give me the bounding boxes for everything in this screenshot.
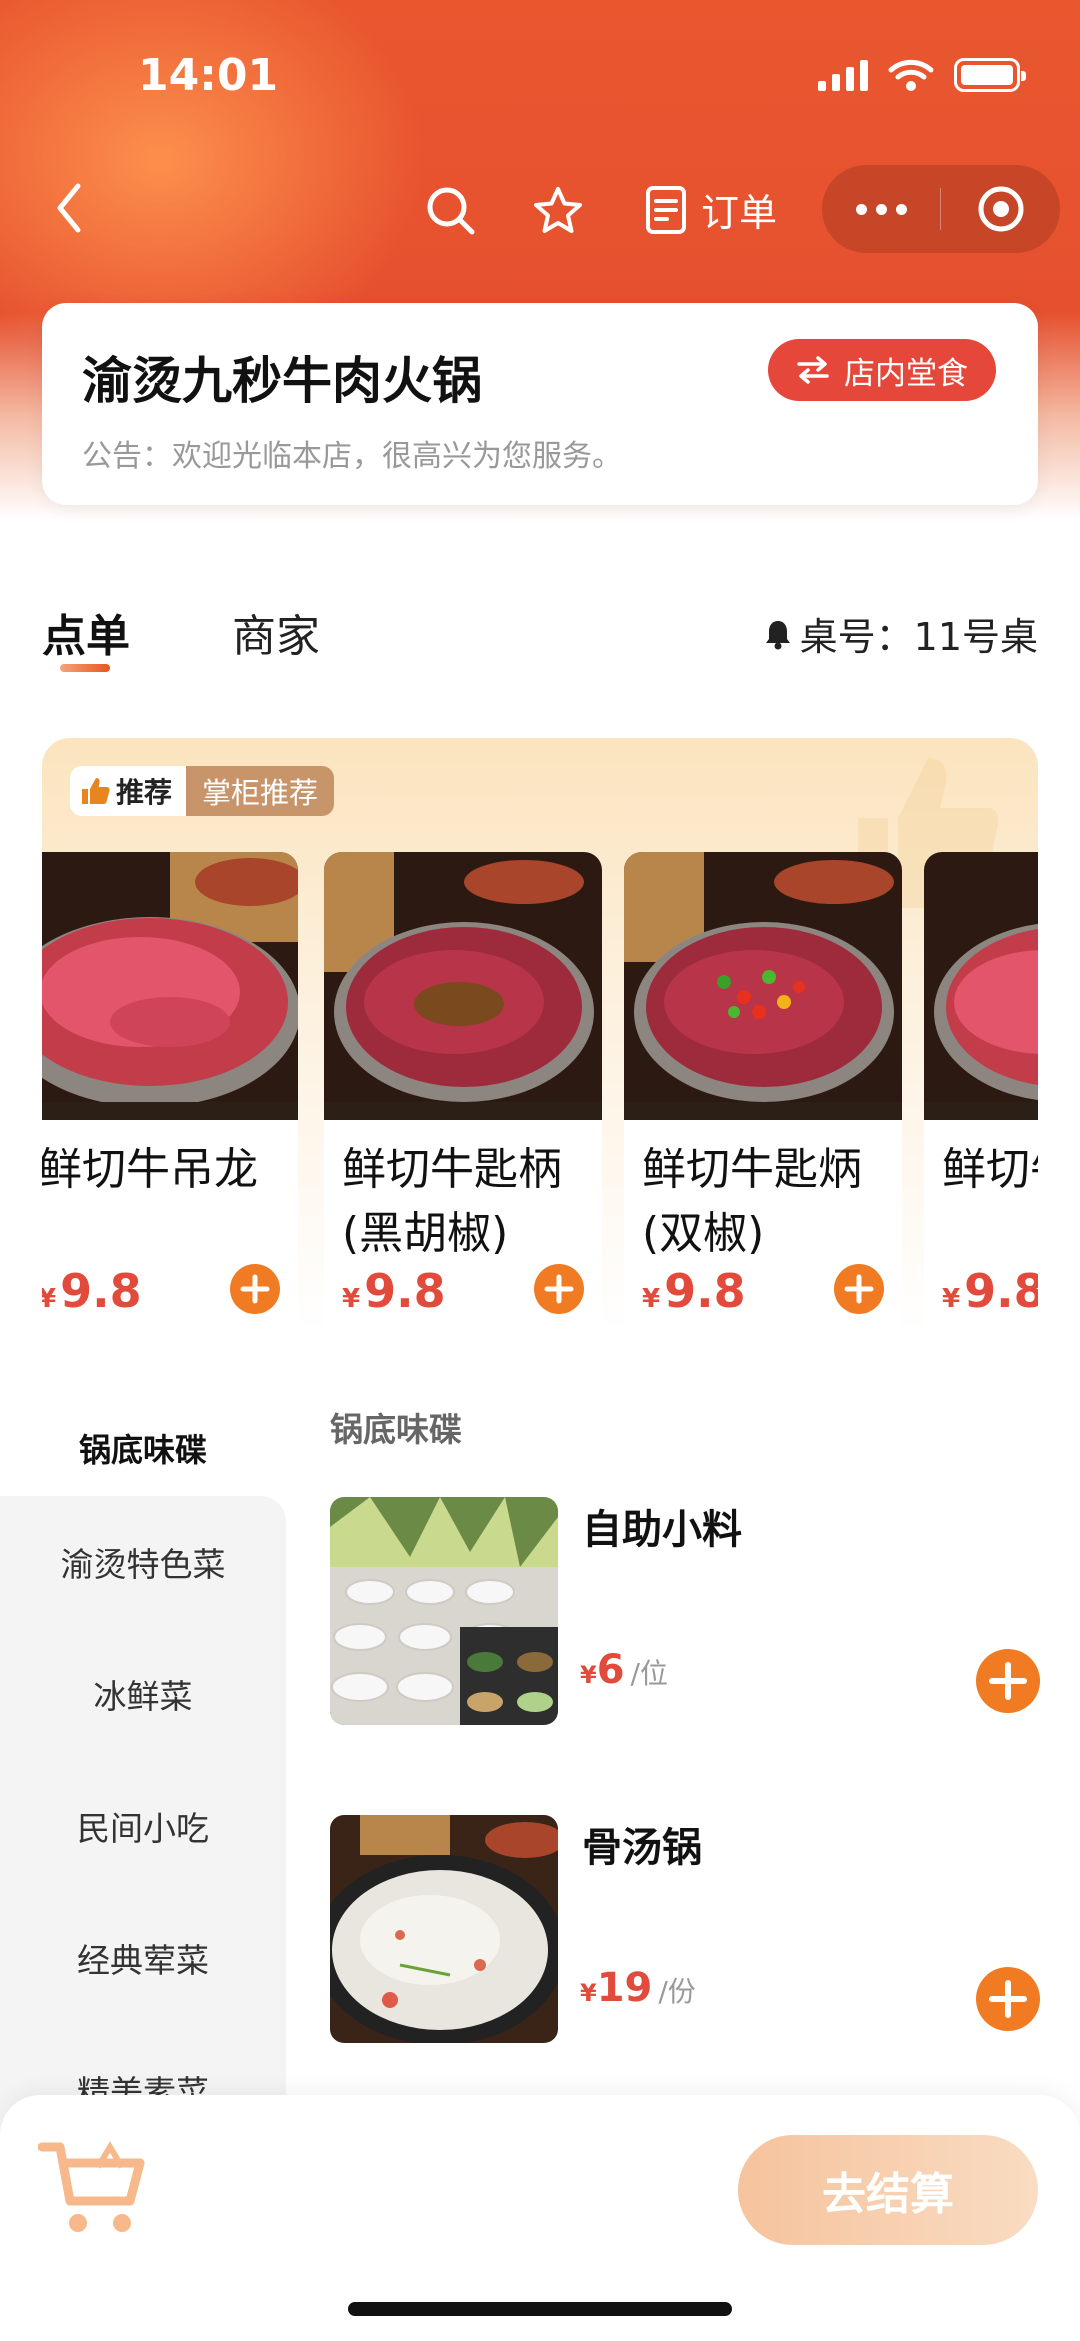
menu-item[interactable]: 自助小料 ¥6/位: [330, 1497, 1040, 1725]
cart-icon[interactable]: [38, 2137, 148, 2237]
dish-price: ¥9.8: [42, 1264, 142, 1318]
dish-name: 鲜切牛匙柄(黑胡椒): [342, 1144, 562, 1259]
recommend-card[interactable]: 鲜切牛吊龙 ¥9.8: [42, 852, 298, 1335]
dish-name: 鲜切牛: [942, 1144, 1038, 1195]
checkout-button[interactable]: 去结算: [738, 2135, 1038, 2245]
dish-price: ¥6/位: [580, 1647, 668, 1693]
bell-icon: [765, 620, 790, 649]
sidebar-item-active[interactable]: 锅底味碟: [0, 1400, 286, 1496]
dish-image: [330, 1815, 558, 2043]
dish-name: 鲜切牛匙炳(双椒): [642, 1144, 862, 1259]
close-miniprogram-icon[interactable]: [941, 184, 1060, 234]
dine-mode-label: 店内堂食: [844, 355, 968, 392]
table-number: 桌号：11号桌: [764, 606, 1038, 661]
battery-icon: [954, 58, 1026, 92]
signal-icon: [818, 59, 868, 91]
order-list-icon: [646, 185, 686, 234]
tab-order[interactable]: 点单: [42, 600, 130, 664]
search-icon[interactable]: [425, 185, 477, 237]
recommend-badge: 推荐 掌柜推荐: [70, 766, 335, 816]
category-title: 锅底味碟: [330, 1410, 462, 1449]
home-indicator: [348, 2302, 732, 2316]
dish-name: 骨汤锅: [582, 1825, 702, 1871]
dish-image: [330, 1497, 558, 1725]
dish-price: ¥9.8: [342, 1264, 446, 1318]
recommend-carousel[interactable]: 鲜切牛吊龙 ¥9.8 鲜切牛匙柄(黑胡椒) ¥9.8 鲜切牛匙炳(双椒) ¥9.…: [42, 852, 1038, 1335]
dish-price: ¥19/份: [580, 1965, 696, 2011]
add-icon[interactable]: [976, 1967, 1040, 2031]
swap-icon: [797, 356, 829, 384]
recommend-subtitle: 掌柜推荐: [186, 766, 335, 816]
add-icon[interactable]: [834, 1264, 884, 1314]
tab-merchant[interactable]: 商家: [232, 600, 320, 664]
add-icon[interactable]: [230, 1264, 280, 1314]
store-card: 渝烫九秒牛肉火锅 公告：欢迎光临本店，很高兴为您服务。 店内堂食: [42, 303, 1038, 505]
recommend-badge-label: 推荐: [116, 776, 173, 809]
store-name: 渝烫九秒牛肉火锅: [82, 352, 482, 410]
tab-active-indicator: [60, 664, 110, 672]
orders-button[interactable]: 订单: [645, 182, 777, 237]
sidebar-item[interactable]: 渝烫特色菜: [0, 1496, 286, 1628]
dish-image: [924, 852, 1038, 1120]
orders-label: 订单: [701, 191, 778, 235]
sidebar-item[interactable]: 经典荤菜: [0, 1892, 286, 2024]
dish-name: 鲜切牛吊龙: [42, 1144, 258, 1195]
recommend-card[interactable]: 鲜切牛 ¥9.8: [924, 852, 1038, 1335]
menu-item[interactable]: 骨汤锅 ¥19/份: [330, 1815, 1040, 2043]
main-tabs: 点单 商家 桌号：11号桌: [42, 600, 1038, 680]
store-notice: 公告：欢迎光临本店，很高兴为您服务。: [82, 439, 622, 474]
dish-name: 自助小料: [582, 1507, 742, 1553]
table-number-label: 桌号：11号桌: [799, 615, 1038, 659]
dish-image: [624, 852, 902, 1120]
star-icon[interactable]: [532, 185, 584, 237]
status-time: 14:01: [138, 50, 279, 101]
back-icon[interactable]: [50, 178, 90, 238]
more-icon[interactable]: [822, 203, 940, 215]
dine-mode-button[interactable]: 店内堂食: [768, 339, 996, 401]
recommend-card[interactable]: 鲜切牛匙炳(双椒) ¥9.8: [624, 852, 902, 1335]
sidebar-item[interactable]: 冰鲜菜: [0, 1628, 286, 1760]
dish-image: [324, 852, 602, 1120]
recommend-section: 推荐 掌柜推荐 鲜切牛吊龙 ¥9.8 鲜切牛匙柄(黑胡椒) ¥9.8 鲜切牛匙炳…: [42, 738, 1038, 1335]
dish-price: ¥9.8: [642, 1264, 746, 1318]
dish-image: [42, 852, 298, 1120]
thumbs-up-icon: [82, 778, 110, 804]
miniprogram-capsule: [822, 165, 1060, 253]
add-icon[interactable]: [976, 1649, 1040, 1713]
recommend-badge-main: 推荐: [70, 766, 187, 816]
wifi-icon: [888, 59, 934, 91]
add-icon[interactable]: [534, 1264, 584, 1314]
sidebar-item[interactable]: 民间小吃: [0, 1760, 286, 1892]
recommend-card[interactable]: 鲜切牛匙柄(黑胡椒) ¥9.8: [324, 852, 602, 1335]
dish-price: ¥9.8: [942, 1264, 1038, 1318]
status-icons: [818, 58, 1026, 92]
